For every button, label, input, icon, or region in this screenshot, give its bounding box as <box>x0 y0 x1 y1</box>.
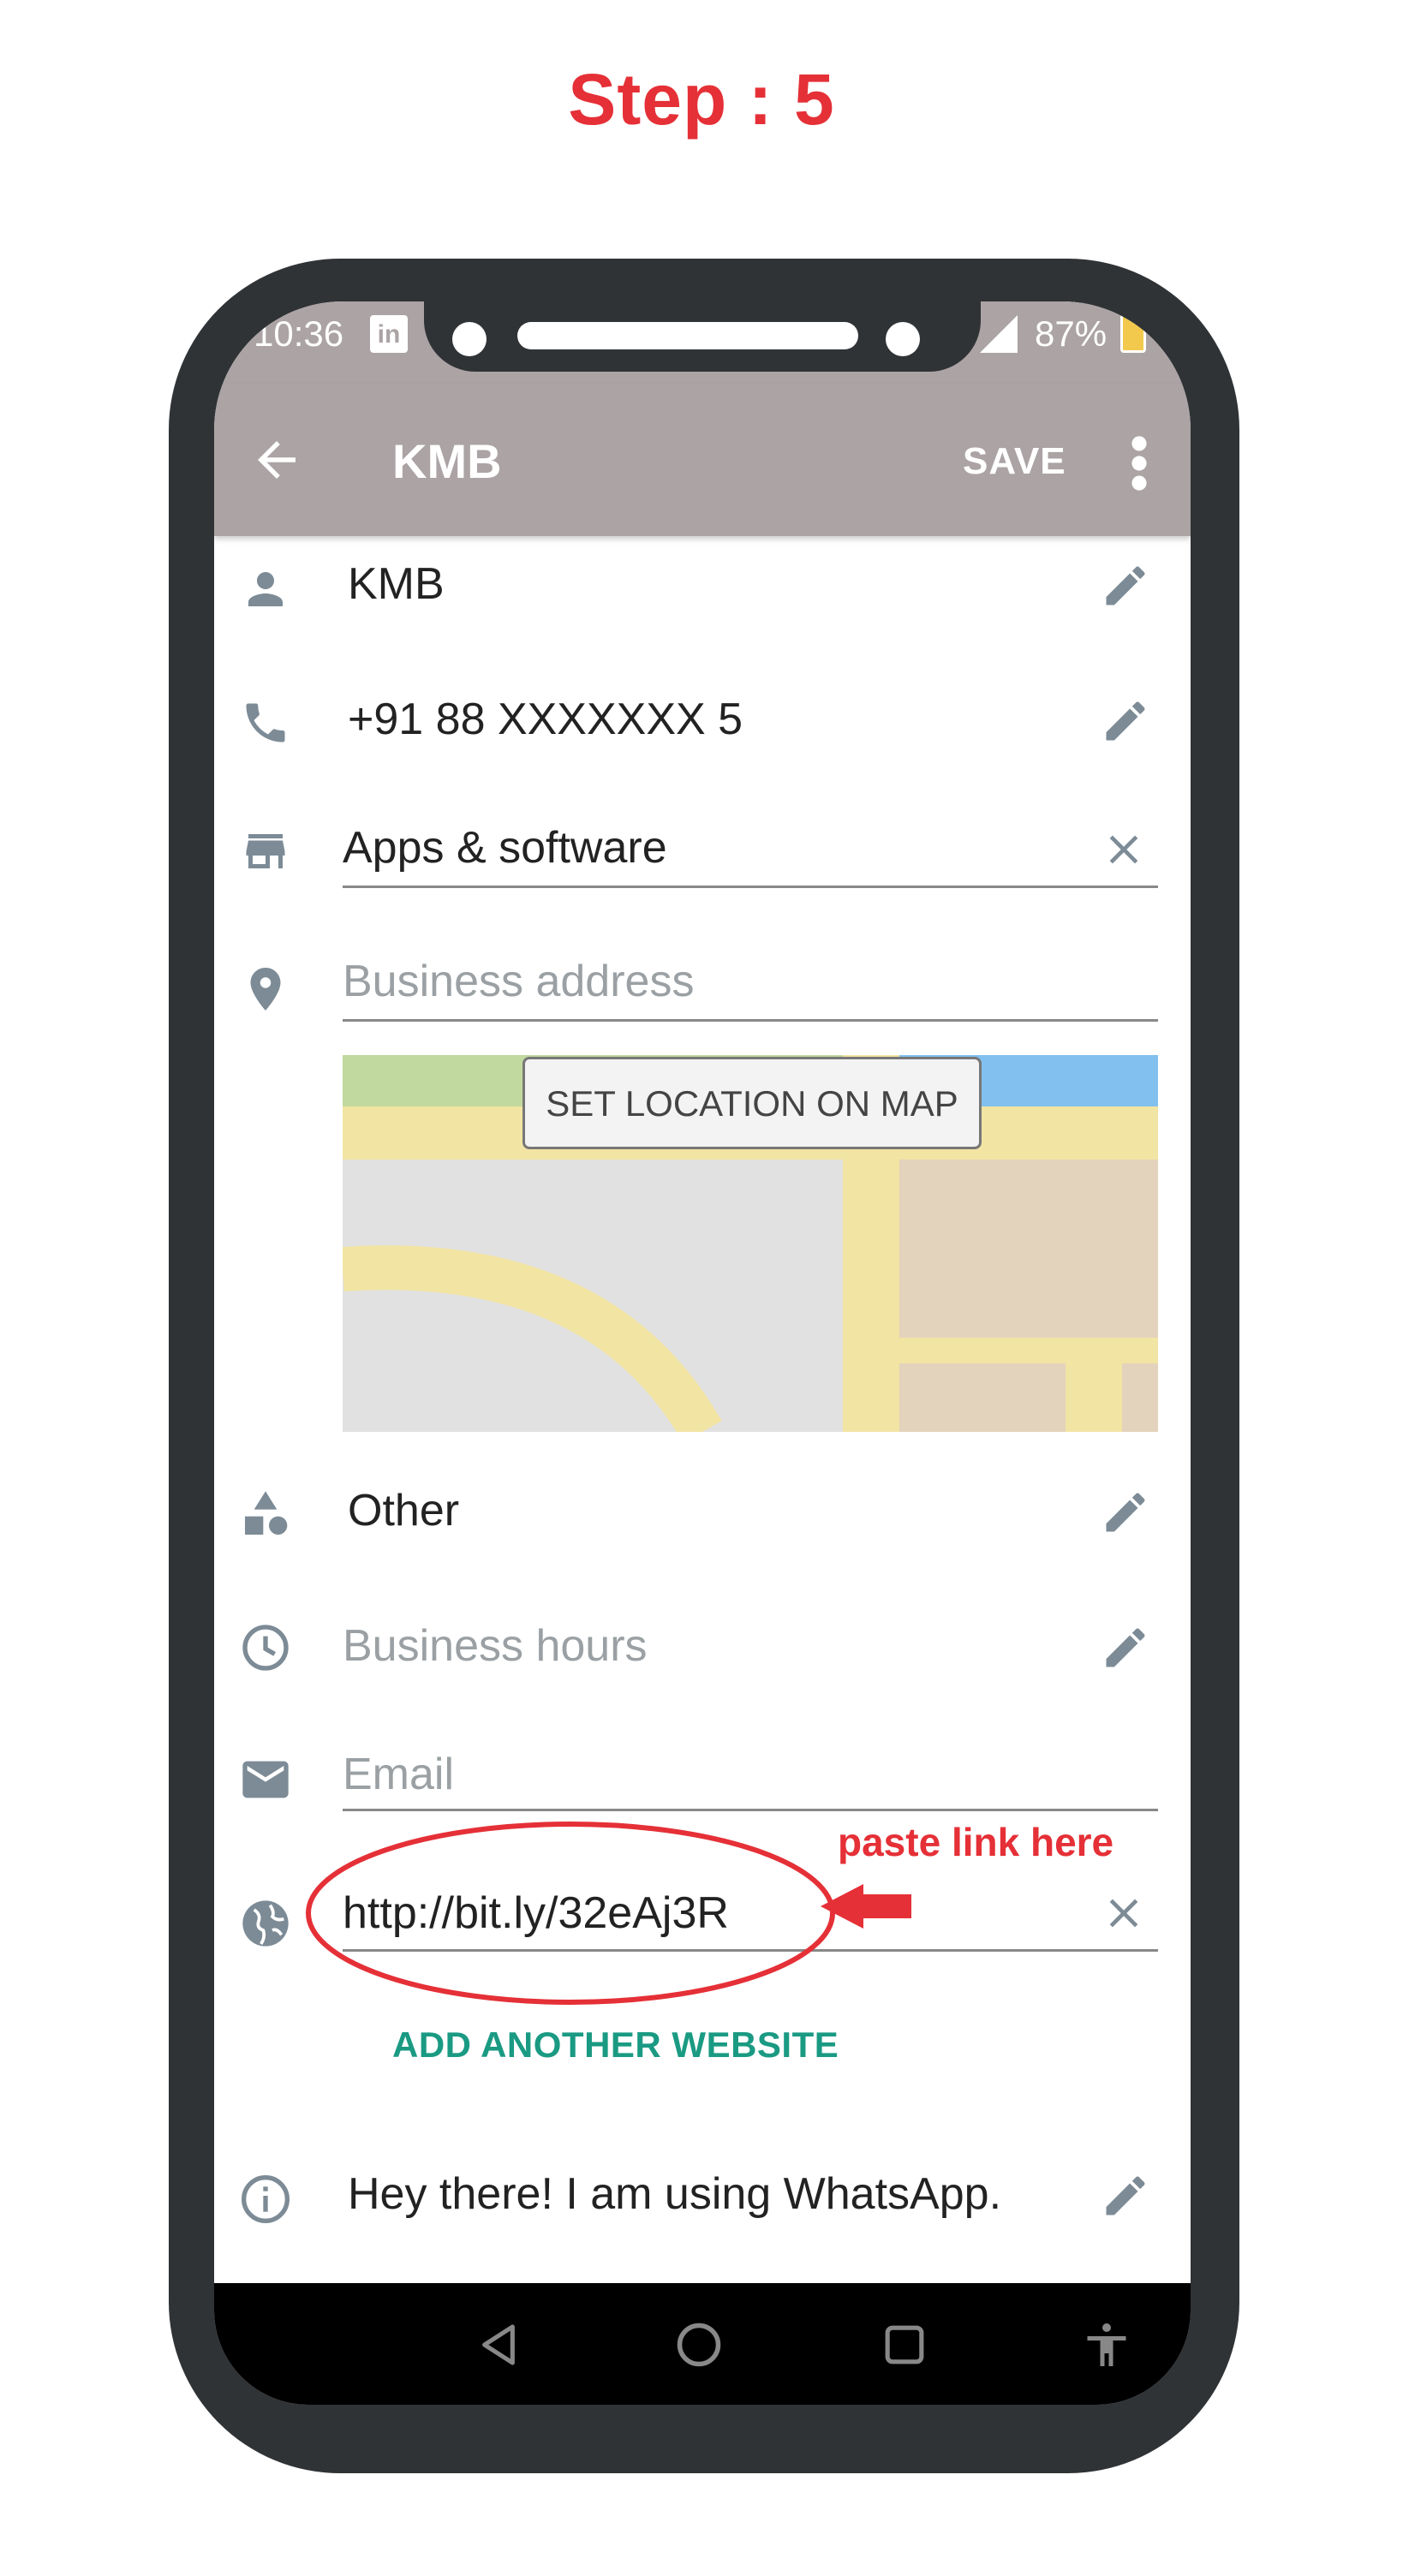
annotation-overlay <box>306 1822 911 2005</box>
red-arrow-icon <box>821 1884 911 1929</box>
highlight-ellipse <box>306 1822 835 2005</box>
